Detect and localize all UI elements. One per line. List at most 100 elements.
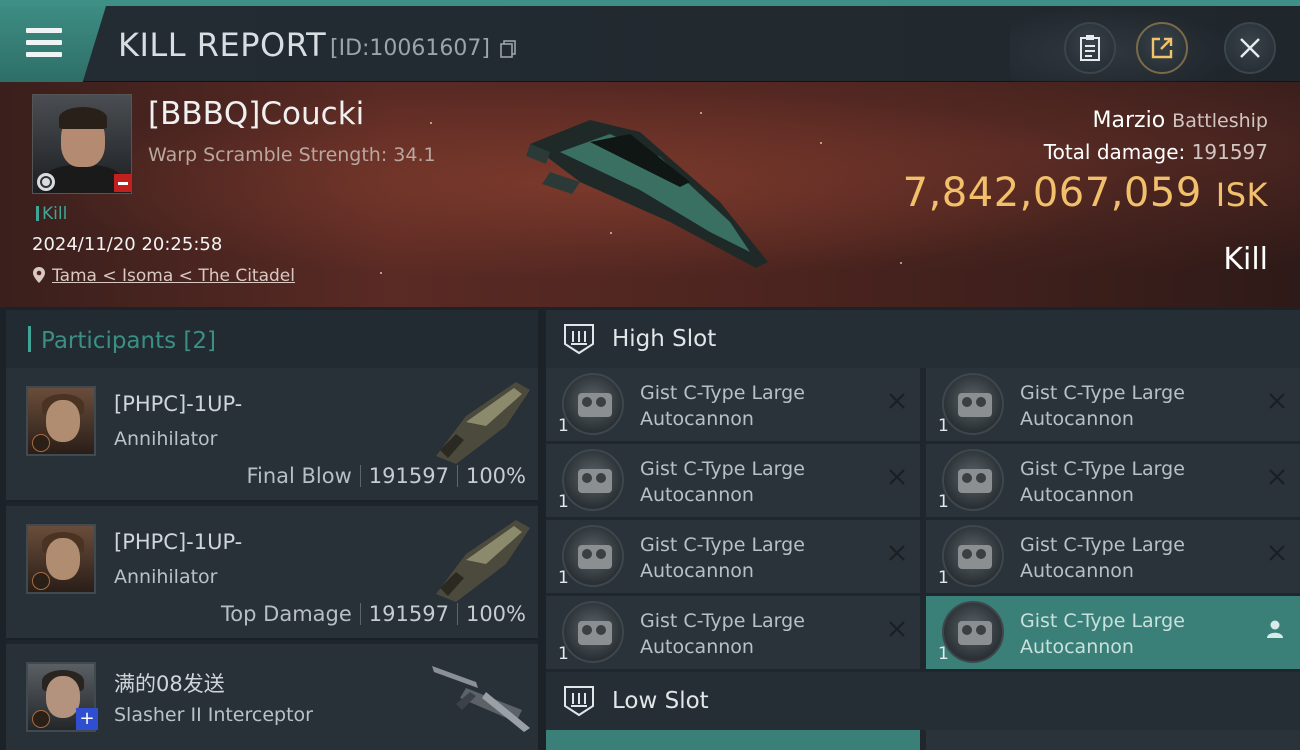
isk-amount: 7,842,067,059 (902, 170, 1202, 216)
participants-title: Participants [2] (28, 326, 216, 354)
participant-ship-image (436, 382, 530, 464)
location-link[interactable]: Tama < Isoma < The Citadel (32, 266, 295, 286)
participants-count: [2] (183, 328, 217, 354)
module-name-line1: Gist C-Type Large (1020, 534, 1185, 556)
module-name-line1: Gist C-Type Large (640, 458, 805, 480)
kill-banner: [BBBQ]Coucki Warp Scramble Strength: 34.… (0, 82, 1300, 307)
low-slot-item-partial[interactable] (546, 730, 920, 750)
module-item[interactable]: 1 Gist C-Type Large Autocannon (926, 444, 1300, 517)
low-slot-item-partial[interactable] (926, 730, 1300, 750)
autocannon-icon (562, 373, 624, 435)
module-name: Gist C-Type Large Autocannon (1020, 608, 1260, 660)
participant-row[interactable]: [PHPC]-1UP- Annihilator Top Damage 191597… (6, 506, 538, 640)
x-icon[interactable] (886, 466, 908, 488)
clipboard-button[interactable] (1064, 22, 1116, 74)
low-slot-title: Low Slot (612, 688, 709, 714)
result-label: Kill (1223, 242, 1268, 277)
participant-ship-image (436, 520, 530, 602)
x-icon[interactable] (1266, 390, 1288, 412)
autocannon-icon (942, 601, 1004, 663)
autocannon-icon (942, 449, 1004, 511)
participant-ship: Annihilator (114, 566, 218, 588)
module-name: Gist C-Type Large Autocannon (1020, 532, 1260, 584)
module-name: Gist C-Type Large Autocannon (1020, 456, 1260, 508)
total-damage: Total damage: 191597 (1044, 140, 1268, 164)
participant-role: Top Damage (221, 602, 352, 626)
close-button[interactable] (1224, 22, 1276, 74)
slot-icon (564, 324, 594, 355)
copy-icon[interactable] (500, 40, 516, 58)
module-name-line2: Autocannon (640, 636, 754, 658)
isk-value: 7,842,067,059 ISK (903, 170, 1268, 216)
kill-status-tag: Kill (36, 204, 67, 224)
module-item[interactable]: 1 Gist C-Type Large Autocannon (546, 444, 920, 517)
hamburger-icon-bar (26, 40, 62, 45)
participant-ship-image (432, 666, 530, 732)
module-quantity: 1 (938, 492, 949, 512)
total-damage-label: Total damage: (1043, 140, 1186, 164)
close-icon (1240, 38, 1260, 58)
hamburger-icon (26, 28, 62, 33)
autocannon-icon (562, 601, 624, 663)
participant-percent: 100% (465, 464, 526, 488)
module-item[interactable]: 1 Gist C-Type Large Autocannon (926, 368, 1300, 441)
x-icon[interactable] (886, 390, 908, 412)
plus-badge-icon: + (76, 708, 98, 730)
module-name-line1: Gist C-Type Large (640, 534, 805, 556)
module-name-line2: Autocannon (1020, 636, 1134, 658)
module-name: Gist C-Type Large Autocannon (640, 532, 880, 584)
page-title: KILL REPORT (118, 26, 327, 64)
corp-logo-icon (37, 173, 55, 191)
fitting-panel: High Slot 1 Gist C-Type Large Autocannon 1 G… (546, 310, 1300, 750)
module-quantity: 1 (938, 416, 949, 436)
module-name-line2: Autocannon (1020, 560, 1134, 582)
ship-name: Marzio (1092, 108, 1166, 133)
module-quantity: 1 (558, 568, 569, 588)
header-decoration (1010, 6, 1240, 82)
victim-name[interactable]: [BBBQ]Coucki (148, 96, 364, 132)
autocannon-icon (562, 525, 624, 587)
warp-scramble-strength: Warp Scramble Strength: 34.1 (148, 144, 436, 166)
module-item[interactable]: 1 Gist C-Type Large Autocannon (926, 596, 1300, 669)
high-slot-header: High Slot (546, 310, 1300, 368)
high-slot-title: High Slot (612, 326, 717, 352)
module-name: Gist C-Type Large Autocannon (1020, 380, 1260, 432)
location-text[interactable]: Tama < Isoma < The Citadel (52, 266, 295, 286)
total-damage-value: 191597 (1191, 140, 1268, 164)
corp-paw-icon (32, 434, 50, 452)
participant-stats: Final Blow 191597 100% (246, 464, 526, 488)
module-name-line2: Autocannon (640, 484, 754, 506)
participant-ship: Slasher II Interceptor (114, 704, 313, 726)
x-icon[interactable] (1266, 466, 1288, 488)
share-button[interactable] (1136, 22, 1188, 74)
participant-row[interactable]: + 满的08发送 Slasher II Interceptor (6, 644, 538, 750)
participant-role: Final Blow (246, 464, 352, 488)
module-quantity: 1 (558, 416, 569, 436)
module-name-line1: Gist C-Type Large (1020, 458, 1185, 480)
module-item[interactable]: 1 Gist C-Type Large Autocannon (546, 368, 920, 441)
kill-datetime: 2024/11/20 20:25:58 (32, 234, 223, 255)
person-icon[interactable] (1264, 618, 1286, 640)
victim-ship: Marzio Battleship (1093, 108, 1268, 133)
autocannon-icon (942, 373, 1004, 435)
participants-panel: Participants [2] [PHPC]-1UP- Annihilator… (6, 310, 538, 750)
module-item[interactable]: 1 Gist C-Type Large Autocannon (546, 596, 920, 669)
participants-header: Participants [2] (6, 310, 538, 368)
x-icon[interactable] (886, 618, 908, 640)
slot-icon (564, 686, 594, 717)
participants-title-label: Participants (41, 328, 177, 354)
module-item[interactable]: 1 Gist C-Type Large Autocannon (926, 520, 1300, 593)
share-icon (1151, 37, 1173, 59)
module-item[interactable]: 1 Gist C-Type Large Autocannon (546, 520, 920, 593)
menu-button[interactable] (0, 6, 106, 82)
x-icon[interactable] (886, 542, 908, 564)
autocannon-icon (562, 449, 624, 511)
report-id: [ID:10061607] (330, 36, 490, 61)
kill-status-label: Kill (42, 204, 68, 224)
participant-row[interactable]: [PHPC]-1UP- Annihilator Final Blow 191597… (6, 368, 538, 502)
hamburger-icon-bar (26, 52, 62, 57)
module-name: Gist C-Type Large Autocannon (640, 380, 880, 432)
x-icon[interactable] (1266, 542, 1288, 564)
module-name-line1: Gist C-Type Large (640, 382, 805, 404)
corp-paw-icon (32, 710, 50, 728)
